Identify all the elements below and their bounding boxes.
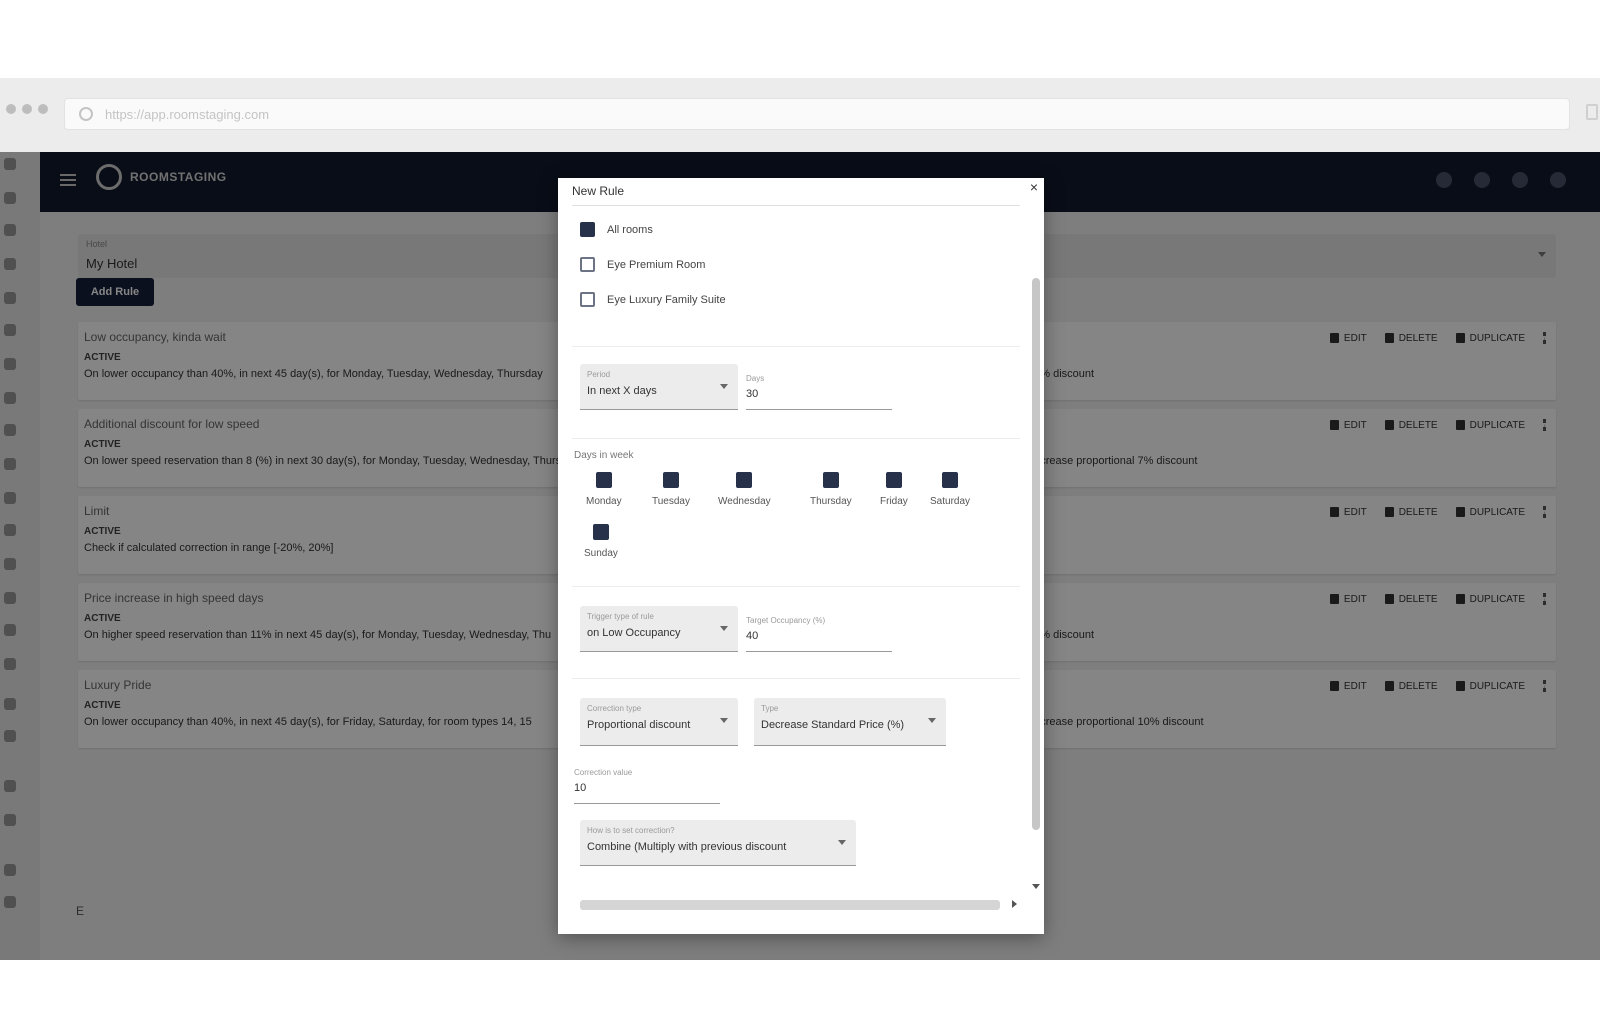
scroll-right-icon[interactable] (1012, 900, 1017, 908)
chevron-down-icon (720, 626, 728, 631)
divider (572, 205, 1020, 206)
divider (572, 346, 1020, 347)
correction-type-value: Proportional discount (587, 719, 691, 731)
scroll-down-icon[interactable] (1032, 884, 1040, 889)
checkbox-checked-icon[interactable] (885, 472, 902, 488)
checkbox-checked-icon[interactable] (580, 222, 595, 237)
chevron-down-icon (720, 718, 728, 723)
period-select[interactable]: Period In next X days (580, 364, 738, 410)
checkbox-checked-icon[interactable] (592, 524, 609, 540)
day-sunday[interactable]: Sunday (584, 524, 618, 559)
day-tuesday[interactable]: Tuesday (652, 472, 690, 507)
room-option-label: Eye Luxury Family Suite (607, 293, 726, 306)
day-thursday[interactable]: Thursday (810, 472, 852, 507)
forward-icon[interactable] (22, 104, 32, 114)
address-bar[interactable]: https://app.roomstaging.com (64, 98, 1570, 130)
back-icon[interactable] (6, 104, 16, 114)
day-label: Friday (880, 496, 908, 507)
days-field-value: 30 (746, 388, 759, 400)
chevron-down-icon (838, 840, 846, 845)
site-info-icon[interactable] (79, 107, 93, 121)
chevron-down-icon (928, 718, 936, 723)
correction-type-label: Correction type (587, 704, 642, 713)
day-label: Thursday (810, 496, 852, 507)
correction-mode-select[interactable]: How is to set correction? Combine (Multi… (580, 820, 856, 866)
days-in-week-label: Days in week (574, 450, 634, 461)
room-option[interactable]: Eye Luxury Family Suite (580, 292, 726, 307)
trigger-type-select[interactable]: Trigger type of rule on Low Occupancy (580, 606, 738, 652)
days-field[interactable]: Days 30 (746, 374, 892, 410)
correction-value-field[interactable]: Correction value 10 (574, 768, 720, 804)
divider (572, 586, 1020, 587)
vertical-scrollbar[interactable] (1032, 278, 1040, 830)
type-select[interactable]: Type Decrease Standard Price (%) (754, 698, 946, 746)
new-rule-dialog: New Rule × All rooms Eye Premium Room Ey… (558, 178, 1044, 934)
checkbox-checked-icon[interactable] (662, 472, 679, 488)
checkbox-checked-icon[interactable] (822, 472, 839, 488)
horizontal-scrollbar[interactable] (580, 900, 1000, 910)
target-occupancy-field[interactable]: Target Occupancy (%) 40 (746, 616, 892, 652)
checkbox-checked-icon[interactable] (942, 472, 959, 488)
trigger-type-label: Trigger type of rule (587, 612, 654, 621)
divider (572, 678, 1020, 679)
room-option-label: Eye Premium Room (607, 258, 706, 271)
day-wednesday[interactable]: Wednesday (718, 472, 771, 507)
correction-mode-value: Combine (Multiply with previous discount (587, 841, 787, 853)
checkbox-icon[interactable] (580, 292, 595, 307)
target-occupancy-value: 40 (746, 630, 759, 642)
day-friday[interactable]: Friday (880, 472, 908, 507)
type-select-value: Decrease Standard Price (%) (761, 719, 905, 731)
day-label: Tuesday (652, 496, 690, 507)
type-select-label: Type (761, 704, 779, 713)
extension-icon[interactable] (1586, 104, 1598, 120)
close-icon[interactable]: × (1030, 180, 1038, 194)
period-select-label: Period (587, 370, 611, 379)
day-monday[interactable]: Monday (586, 472, 622, 507)
days-field-label: Days (746, 374, 765, 383)
room-option[interactable]: All rooms (580, 222, 653, 237)
reload-icon[interactable] (38, 104, 48, 114)
target-occupancy-label: Target Occupancy (%) (746, 616, 826, 625)
day-label: Saturday (930, 496, 971, 507)
checkbox-checked-icon[interactable] (595, 472, 612, 488)
room-option-label: All rooms (607, 223, 653, 236)
checkbox-checked-icon[interactable] (736, 472, 753, 488)
room-option[interactable]: Eye Premium Room (580, 257, 705, 272)
period-select-value: In next X days (587, 385, 657, 397)
correction-type-select[interactable]: Correction type Proportional discount (580, 698, 738, 746)
divider (572, 438, 1020, 439)
dialog-title: New Rule (572, 184, 625, 198)
trigger-type-value: on Low Occupancy (587, 627, 681, 639)
browser-nav-buttons[interactable] (6, 104, 48, 114)
chevron-down-icon (720, 384, 728, 389)
day-saturday[interactable]: Saturday (930, 472, 970, 507)
day-label: Sunday (584, 548, 618, 559)
day-label: Wednesday (718, 496, 771, 507)
correction-mode-label: How is to set correction? (587, 826, 675, 835)
day-label: Monday (586, 496, 622, 507)
correction-value-value: 10 (574, 782, 587, 794)
url-text: https://app.roomstaging.com (105, 106, 270, 122)
correction-value-label: Correction value (574, 768, 633, 777)
checkbox-icon[interactable] (580, 257, 595, 272)
